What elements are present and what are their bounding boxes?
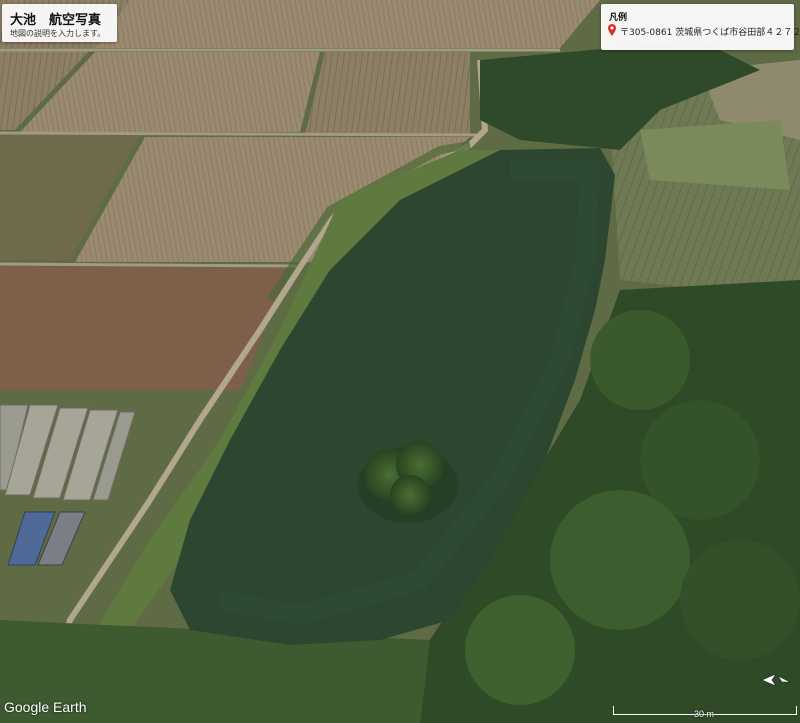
legend-title: 凡例 xyxy=(609,13,628,23)
scale-label: 30 m xyxy=(693,709,714,719)
google-earth-logo: Google Earth xyxy=(4,699,87,715)
google-wordmark: Google xyxy=(4,699,50,715)
legend-card[interactable]: 凡例 〒305-0861 茨城県つくば市谷田部４２７２ xyxy=(601,4,800,50)
map-title: 大池 航空写真 xyxy=(10,13,102,28)
map-title-card[interactable]: 大池 航空写真 地図の説明を入力します。 xyxy=(2,4,117,42)
red-pin-icon xyxy=(608,24,616,36)
legend-entry-label[interactable]: 〒305-0861 茨城県つくば市谷田部４２７２ xyxy=(620,25,800,38)
compass-icon[interactable] xyxy=(760,670,792,690)
aerial-map[interactable] xyxy=(0,0,800,723)
map-description: 地図の説明を入力します。 xyxy=(10,29,106,38)
earth-wordmark: Earth xyxy=(53,699,87,715)
